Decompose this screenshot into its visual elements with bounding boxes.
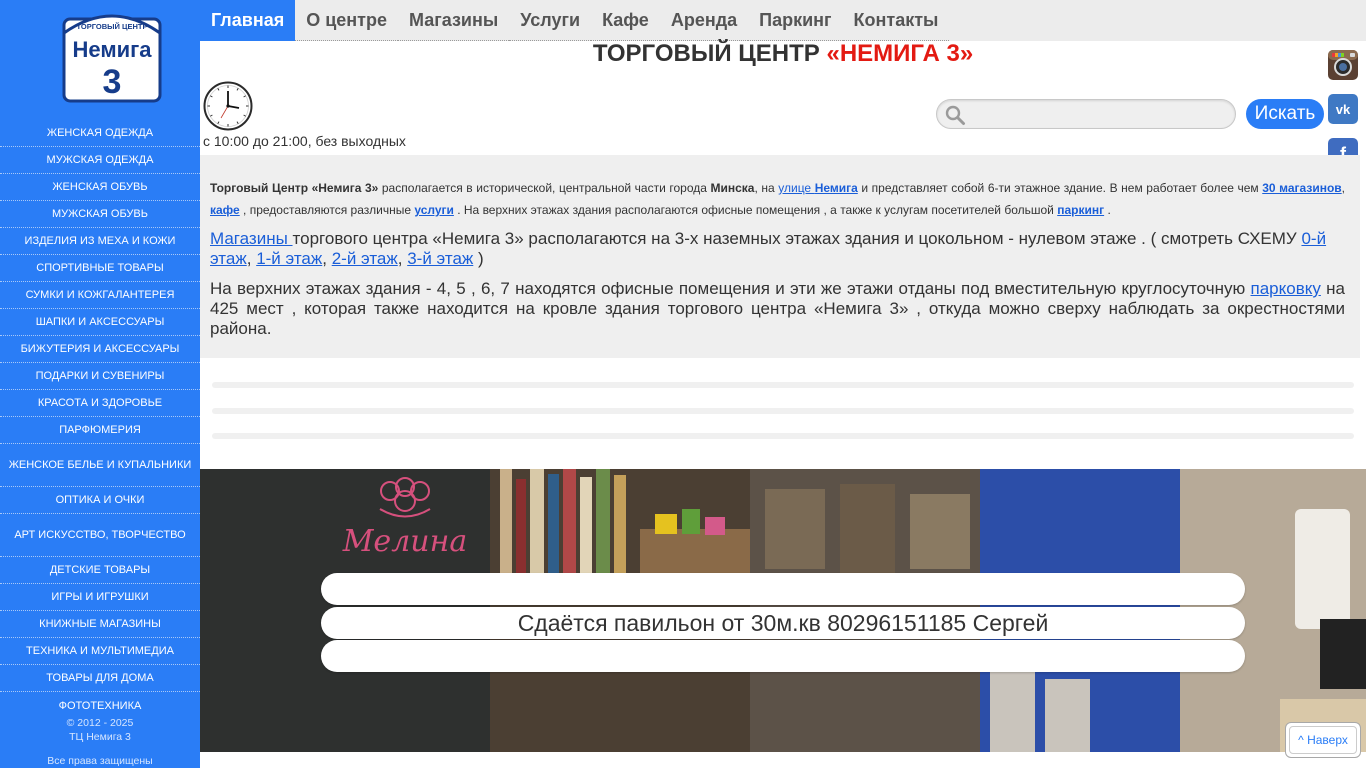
sidebar-category-item[interactable]: МУЖСКАЯ ОДЕЖДА — [0, 147, 200, 174]
divider — [212, 408, 1354, 414]
intro-text: , на — [754, 181, 779, 195]
search-icon — [945, 105, 965, 125]
intro-panel: Торговый Центр «Немига 3» располагается … — [200, 155, 1360, 358]
cafe-link[interactable]: кафе — [210, 203, 240, 217]
divider — [212, 382, 1354, 388]
sidebar-category-item[interactable]: ИГРЫ И ИГРУШКИ — [0, 584, 200, 611]
intro-text: На верхних этажах здания - 4, 5 , 6, 7 н… — [210, 279, 1251, 298]
intro-text: , — [1341, 181, 1346, 195]
intro-text: . На верхних этажах здания располагаются… — [453, 203, 1058, 217]
sidebar-category-item[interactable]: ДЕТСКИЕ ТОВАРЫ — [0, 557, 200, 584]
divider — [212, 433, 1354, 439]
banner-text: Сдаётся павильон от 30м.кв 80296151185 С… — [517, 610, 1049, 636]
svg-text:vk: vk — [1336, 102, 1351, 117]
street-link[interactable]: улице Немига — [778, 181, 858, 195]
sidebar-category-item[interactable]: БИЖУТЕРИЯ И АКСЕССУАРЫ — [0, 336, 200, 363]
svg-text:Мелина: Мелина — [342, 524, 468, 559]
top-navigation: Главная О центре Магазины Услуги Кафе Аренда П… — [200, 0, 1366, 41]
clock-icon — [203, 81, 253, 131]
shops-link[interactable]: Магазины — [210, 229, 293, 248]
back-to-top-label: Наверх — [1307, 733, 1348, 747]
search-button[interactable]: Искать — [1246, 99, 1324, 129]
page-title-main: ТОРГОВЫЙ ЦЕНТР — [592, 40, 827, 67]
parking-link-2[interactable]: парковку — [1251, 279, 1321, 298]
intro-text: . — [1104, 203, 1111, 217]
copyright-years: © 2012 - 2025 — [66, 717, 134, 729]
sidebar-category-item[interactable]: СУМКИ И КОЖГАЛАНТЕРЕЯ — [0, 282, 200, 309]
sidebar-category-item[interactable]: ЖЕНСКАЯ ОБУВЬ — [0, 174, 200, 201]
parking-link[interactable]: паркинг — [1057, 203, 1104, 217]
sidebar-footer: © 2012 - 2025 ТЦ Немига 3 Все права защи… — [0, 716, 200, 768]
intro-text: располагается в исторической, центрально… — [378, 181, 711, 195]
sidebar-category-item[interactable]: ШАПКИ И АКСЕССУАРЫ — [0, 309, 200, 336]
nav-item[interactable]: Контакты — [842, 0, 950, 41]
sidebar-category-item[interactable]: КРАСОТА И ЗДОРОВЬЕ — [0, 390, 200, 417]
street-link-prefix: улице — [778, 181, 815, 195]
floor-3-link[interactable]: 3-й этаж — [407, 249, 473, 268]
sidebar-category-item[interactable]: ОПТИКА И ОЧКИ — [0, 487, 200, 514]
intro-mall-name: Торговый Центр «Немига 3» — [210, 181, 379, 195]
logo[interactable]: ТОРГОВЫЙ ЦЕНТР Немига 3 — [62, 9, 162, 103]
copyright-name: ТЦ Немига 3 — [69, 731, 131, 743]
services-link[interactable]: услуги — [414, 203, 454, 217]
sidebar-category-item[interactable]: МУЖСКАЯ ОБУВЬ — [0, 201, 200, 228]
nav-item[interactable]: Аренда — [659, 0, 749, 41]
svg-text:ТОРГОВЫЙ ЦЕНТР: ТОРГОВЫЙ ЦЕНТР — [77, 22, 148, 31]
category-menu: ЖЕНСКАЯ ОДЕЖДА МУЖСКАЯ ОДЕЖДА ЖЕНСКАЯ ОБУВ… — [0, 120, 200, 719]
svg-text:3: 3 — [103, 63, 122, 101]
nav-item[interactable]: О центре — [295, 0, 398, 41]
banner-bar-top — [321, 573, 1245, 605]
nav-item[interactable]: Паркинг — [748, 0, 843, 41]
arrow-up-icon: ^ — [1298, 733, 1304, 747]
intro-text: ) — [473, 249, 484, 268]
floor-2-link[interactable]: 2-й этаж — [332, 249, 398, 268]
intro-paragraph-1: Торговый Центр «Немига 3» располагается … — [210, 177, 1345, 221]
intro-text: , — [322, 249, 332, 268]
sidebar-category-item[interactable]: ЖЕНСКОЕ БЕЛЬЕ И КУПАЛЬНИКИ — [0, 444, 200, 487]
sidebar: ТОРГОВЫЙ ЦЕНТР Немига 3 ЖЕНСКАЯ ОДЕЖДА МУ… — [0, 0, 200, 768]
intro-paragraph-3: На верхних этажах здания - 4, 5 , 6, 7 н… — [210, 279, 1345, 339]
intro-paragraph-2: Магазины торгового центра «Немига 3» рас… — [210, 229, 1345, 269]
nav-item[interactable]: Магазины — [398, 0, 510, 41]
intro-text: , — [397, 249, 408, 268]
floor-1-link[interactable]: 1-й этаж — [256, 249, 322, 268]
sidebar-category-item[interactable]: ФОТОТЕХНИКА — [0, 692, 200, 719]
back-to-top-button[interactable]: ^ Наверх — [1289, 726, 1357, 754]
vk-icon[interactable]: vk — [1328, 94, 1358, 124]
nav-item[interactable]: Кафе — [591, 0, 660, 41]
shops-count-link[interactable]: 30 магазинов — [1262, 181, 1341, 195]
intro-text: , предоставляются различные — [239, 203, 415, 217]
intro-text: , — [246, 249, 257, 268]
sidebar-category-item[interactable]: ТОВАРЫ ДЛЯ ДОМА — [0, 665, 200, 692]
sidebar-category-item[interactable]: СПОРТИВНЫЕ ТОВАРЫ — [0, 255, 200, 282]
sidebar-category-item[interactable]: ТЕХНИКА И МУЛЬТИМЕДИА — [0, 638, 200, 665]
intro-text: и представляет собой 6-ти этажное здание… — [857, 181, 1263, 195]
sidebar-category-item[interactable]: ПОДАРКИ И СУВЕНИРЫ — [0, 363, 200, 390]
nav-item[interactable]: Главная — [200, 0, 296, 41]
sidebar-category-item[interactable]: КНИЖНЫЕ МАГАЗИНЫ — [0, 611, 200, 638]
search-input[interactable] — [972, 102, 1227, 126]
page-title-accent: «НЕМИГА 3» — [826, 40, 974, 67]
sidebar-category-item[interactable]: ИЗДЕЛИЯ ИЗ МЕХА И КОЖИ — [0, 228, 200, 255]
nav-item[interactable]: Услуги — [509, 0, 592, 41]
instagram-icon[interactable] — [1328, 50, 1358, 80]
opening-hours: с 10:00 до 21:00, без выходных — [203, 133, 406, 149]
page-title: ТОРГОВЫЙ ЦЕНТР «НЕМИГА 3» — [200, 40, 1366, 68]
sidebar-category-item[interactable]: ПАРФЮМЕРИЯ — [0, 417, 200, 444]
sidebar-category-item[interactable]: АРТ ИСКУССТВО, ТВОРЧЕСТВО — [0, 514, 200, 557]
banner-bar-bottom — [321, 640, 1245, 672]
intro-text: торгового центра «Немига 3» располагаютс… — [292, 229, 1302, 248]
street-link-name: Немига — [814, 181, 858, 195]
sidebar-category-item[interactable]: ЖЕНСКАЯ ОДЕЖДА — [0, 120, 200, 147]
intro-city: Минска — [710, 181, 755, 195]
svg-text:Немига: Немига — [72, 37, 152, 62]
copyright-rights: Все права защищены — [47, 755, 153, 767]
